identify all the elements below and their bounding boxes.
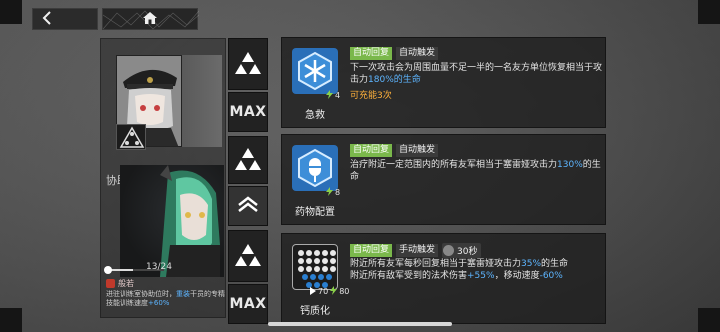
screen-corner bbox=[698, 0, 720, 24]
top-nav bbox=[32, 8, 199, 30]
sp-start-icon bbox=[310, 286, 316, 297]
recovery-tag: 自动回复 bbox=[350, 144, 393, 157]
skill-card-3[interactable]: 70 80 钙质化 自动回复 手动触发 30秒 附近所有友军每秒回复相当于塞雷娅… bbox=[281, 233, 606, 324]
skill-max-badge-3: MAX bbox=[228, 284, 268, 324]
skill-max-badge-1: MAX bbox=[228, 92, 268, 132]
recovery-tag: 自动回复 bbox=[350, 47, 393, 60]
skill-card-2[interactable]: 8 药物配置 自动回复 自动触发 治疗附近一定范围内的所有友军相当于塞雷娅攻击力… bbox=[281, 134, 606, 225]
skill-name: 钙质化 bbox=[300, 306, 330, 317]
specialty-badge: 般若 bbox=[106, 278, 134, 289]
chevron-up-double-icon bbox=[236, 195, 260, 217]
back-arrow-icon bbox=[41, 10, 53, 29]
level-knob[interactable] bbox=[104, 266, 112, 274]
medicine-dispensing-skill-icon bbox=[292, 145, 338, 191]
skill-rank-icon-1 bbox=[228, 38, 268, 90]
skill-tags: 自动回复 自动触发 bbox=[350, 47, 439, 60]
assist-operator-portrait[interactable] bbox=[120, 165, 224, 277]
screen-corner bbox=[0, 308, 22, 332]
calcification-skill-icon bbox=[292, 244, 338, 290]
skill-name: 药物配置 bbox=[295, 207, 335, 218]
badge-text: 般若 bbox=[118, 279, 134, 288]
lightning-icon bbox=[330, 286, 338, 297]
skill-name: 急救 bbox=[305, 110, 325, 121]
home-button[interactable] bbox=[102, 8, 199, 30]
skill-card-1[interactable]: 4 急救 自动回复 自动触发 下一次攻击会为周围血量不足一半的一名友方单位恢复相… bbox=[281, 37, 606, 128]
lightning-icon bbox=[326, 90, 333, 101]
first-aid-skill-icon bbox=[292, 48, 338, 94]
class-medic-icon bbox=[116, 124, 146, 150]
skill-tags: 自动回复 自动触发 bbox=[350, 144, 439, 157]
skill-description: 治疗附近一定范围内的所有友军相当于塞雷娅攻击力130%的生命 bbox=[350, 160, 601, 182]
trigger-tag: 手动触发 bbox=[396, 244, 439, 257]
skill-rank-icon-2 bbox=[228, 136, 268, 184]
sp-cost: 70 80 bbox=[310, 286, 349, 297]
back-button[interactable] bbox=[32, 8, 98, 30]
trigger-tag: 自动触发 bbox=[396, 144, 439, 157]
skill-rank-icon-3 bbox=[228, 230, 268, 282]
badge-icon bbox=[106, 279, 115, 288]
screen-corner bbox=[0, 0, 22, 24]
assist-description: 进驻训练室协助位时，重装干员的专精技能训练速度+60% bbox=[106, 290, 225, 307]
skill-charges: 可充能3次 bbox=[350, 91, 392, 101]
sp-cost: 4 bbox=[326, 90, 340, 101]
home-icon bbox=[142, 10, 158, 29]
skill-description: 附近所有友军每秒回复相当于塞雷娅攻击力35%的生命 附近所有敌军受到的法术伤害+… bbox=[350, 259, 569, 281]
clock-icon bbox=[443, 245, 455, 256]
level-text: 13/24 bbox=[146, 262, 172, 272]
screen-corner bbox=[698, 308, 720, 332]
duration-tag: 30秒 bbox=[442, 243, 482, 258]
skill-tags: 自动回复 手动触发 30秒 bbox=[350, 243, 482, 258]
skill-upgrade-button[interactable] bbox=[228, 186, 268, 226]
recovery-tag: 自动回复 bbox=[350, 244, 393, 257]
sp-cost: 8 bbox=[326, 187, 340, 198]
trigger-tag: 自动触发 bbox=[396, 47, 439, 60]
portrait-backdrop bbox=[182, 55, 222, 147]
skill-description: 下一次攻击会为周围血量不足一半的一名友方单位恢复相当于攻击力180%的生命 bbox=[350, 63, 603, 85]
home-indicator[interactable] bbox=[268, 322, 452, 326]
lightning-icon bbox=[326, 187, 333, 198]
